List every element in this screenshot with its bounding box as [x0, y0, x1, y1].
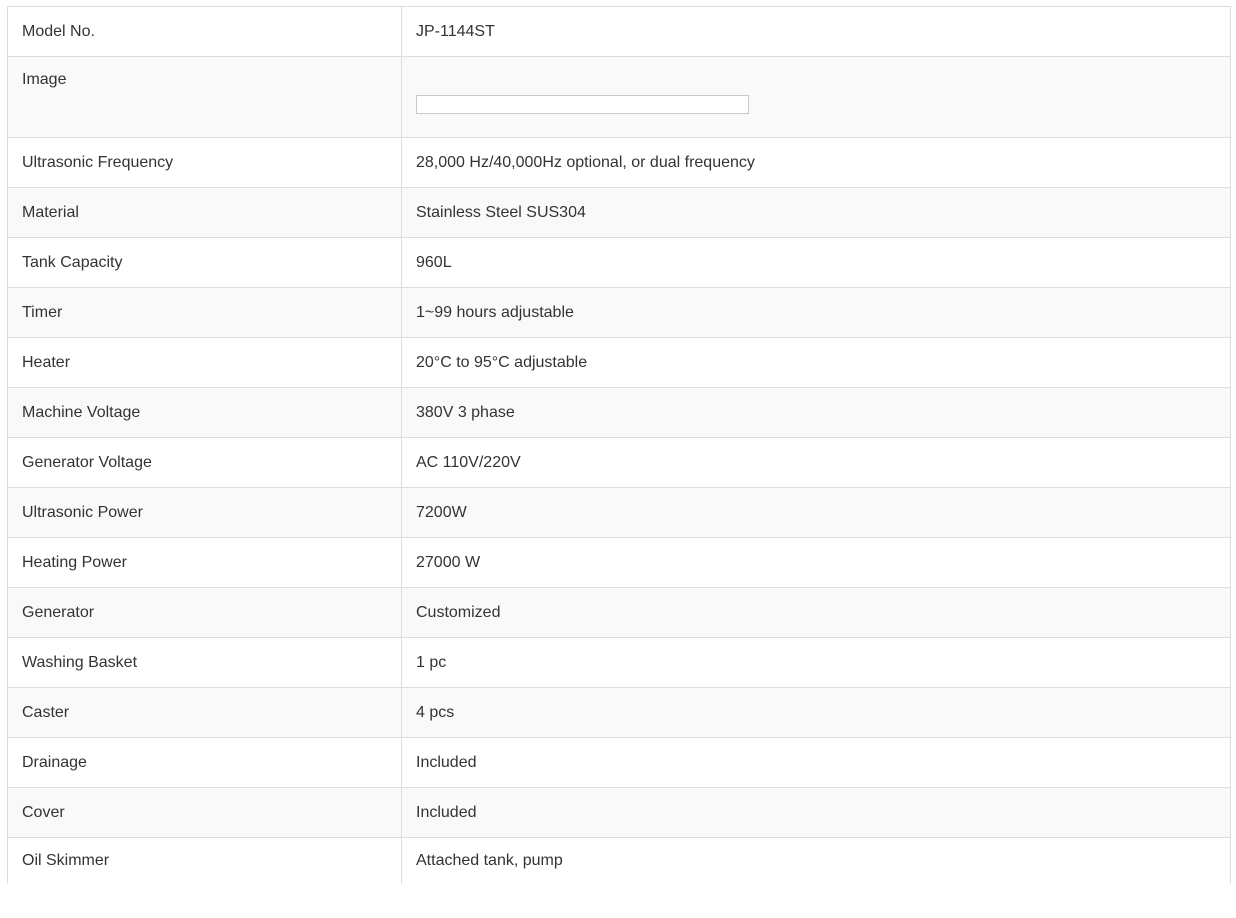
spec-value: 7200W: [401, 487, 1231, 538]
table-row: Drainage Included: [7, 737, 1231, 788]
spec-label: Generator Voltage: [7, 437, 402, 488]
spec-label: Generator: [7, 587, 402, 638]
spec-value: AC 110V/220V: [401, 437, 1231, 488]
spec-label: Model No.: [7, 6, 402, 57]
spec-label: Ultrasonic Power: [7, 487, 402, 538]
spec-table: Model No. JP-1144ST Image Ultrasonic Fre…: [7, 6, 1231, 884]
spec-label: Cover: [7, 787, 402, 838]
spec-label: Drainage: [7, 737, 402, 788]
table-row: Timer 1~99 hours adjustable: [7, 287, 1231, 338]
table-row: Generator Voltage AC 110V/220V: [7, 437, 1231, 488]
table-row: Tank Capacity 960L: [7, 237, 1231, 288]
spec-value: 960L: [401, 237, 1231, 288]
spec-label: Tank Capacity: [7, 237, 402, 288]
spec-value-image-cell: [401, 56, 1231, 138]
spec-value: 4 pcs: [401, 687, 1231, 738]
table-row: Oil Skimmer Attached tank, pump: [7, 837, 1231, 884]
table-row: Image: [7, 56, 1231, 138]
table-row: Ultrasonic Frequency 28,000 Hz/40,000Hz …: [7, 137, 1231, 188]
spec-label: Washing Basket: [7, 637, 402, 688]
table-row: Washing Basket 1 pc: [7, 637, 1231, 688]
spec-value: Included: [401, 787, 1231, 838]
spec-value: 380V 3 phase: [401, 387, 1231, 438]
spec-value: Included: [401, 737, 1231, 788]
spec-value: 1 pc: [401, 637, 1231, 688]
table-row: Material Stainless Steel SUS304: [7, 187, 1231, 238]
table-row: Heating Power 27000 W: [7, 537, 1231, 588]
spec-value: Customized: [401, 587, 1231, 638]
product-image-placeholder: [416, 94, 749, 114]
table-row: Heater 20°C to 95°C adjustable: [7, 337, 1231, 388]
spec-value: 28,000 Hz/40,000Hz optional, or dual fre…: [401, 137, 1231, 188]
spec-label: Heater: [7, 337, 402, 388]
spec-label: Caster: [7, 687, 402, 738]
spec-label: Timer: [7, 287, 402, 338]
table-row: Model No. JP-1144ST: [7, 6, 1231, 57]
table-row: Caster 4 pcs: [7, 687, 1231, 738]
spec-label: Machine Voltage: [7, 387, 402, 438]
spec-label: Ultrasonic Frequency: [7, 137, 402, 188]
spec-label: Oil Skimmer: [7, 837, 402, 884]
table-row: Cover Included: [7, 787, 1231, 838]
spec-value: JP-1144ST: [401, 6, 1231, 57]
table-row: Generator Customized: [7, 587, 1231, 638]
table-row: Ultrasonic Power 7200W: [7, 487, 1231, 538]
spec-label: Heating Power: [7, 537, 402, 588]
spec-value: Attached tank, pump: [401, 837, 1231, 884]
spec-label: Image: [7, 56, 402, 138]
spec-value: Stainless Steel SUS304: [401, 187, 1231, 238]
table-row: Machine Voltage 380V 3 phase: [7, 387, 1231, 438]
spec-value: 20°C to 95°C adjustable: [401, 337, 1231, 388]
spec-value: 27000 W: [401, 537, 1231, 588]
spec-label: Material: [7, 187, 402, 238]
spec-value: 1~99 hours adjustable: [401, 287, 1231, 338]
